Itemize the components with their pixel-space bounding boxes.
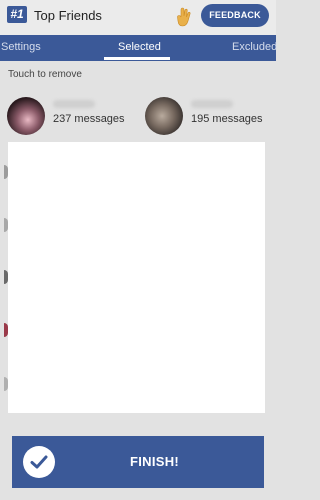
- check-icon: [23, 446, 55, 478]
- message-count: 237 messages: [53, 113, 125, 125]
- tab-selected[interactable]: Selected: [118, 41, 161, 53]
- blank-panel: [8, 142, 265, 413]
- finish-button[interactable]: FINISH!: [12, 436, 264, 488]
- tab-indicator: [104, 57, 170, 60]
- hint-text: Touch to remove: [8, 69, 82, 80]
- blurred-name: [191, 100, 233, 108]
- avatar: [145, 97, 183, 135]
- blurred-name: [53, 100, 95, 108]
- app-logo: #1: [7, 6, 27, 23]
- app-bar: #1 Top Friends FEEDBACK: [0, 0, 276, 35]
- tab-settings[interactable]: Settings: [1, 41, 41, 53]
- friend-item[interactable]: 195 messages: [145, 97, 275, 137]
- friend-item[interactable]: 237 messages: [7, 97, 137, 137]
- message-count: 195 messages: [191, 113, 263, 125]
- app-title: Top Friends: [34, 8, 102, 23]
- feedback-button[interactable]: FEEDBACK: [201, 4, 269, 27]
- finish-label: FINISH!: [130, 454, 180, 469]
- hand-icon[interactable]: [175, 6, 193, 28]
- avatar: [7, 97, 45, 135]
- tab-excluded[interactable]: Excluded: [232, 41, 277, 53]
